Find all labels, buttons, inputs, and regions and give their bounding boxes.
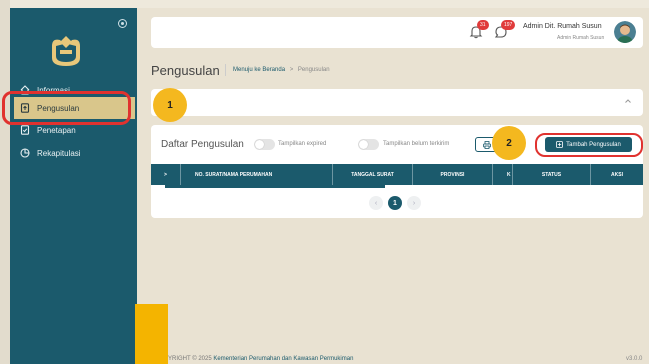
highlight-pengusulan-menu [2,91,131,125]
expired-toggle-label: Tampilkan expired [278,141,327,147]
column-header-aksi[interactable]: AKSI [591,164,643,185]
column-header-provinsi[interactable]: PROVINSI [413,164,493,185]
unsent-toggle-label: Tampilkan belum terkirim [383,141,450,147]
column-header-status[interactable]: STATUS [513,164,591,185]
yellow-overlay-block [135,304,168,364]
horizontal-scrollbar[interactable] [165,185,385,188]
app-version: v3.0.0 [626,356,643,362]
pagination-page-1[interactable]: 1 [388,196,402,210]
copyright-prefix: YRIGHT © 2025 [168,356,212,362]
proposal-list-card: Daftar Pengusulan Tampilkan expired Tamp… [151,125,643,218]
copyright-organization[interactable]: Kementerian Perumahan dan Kawasan Permuk… [213,356,353,362]
sidebar-item-rekapitulasi[interactable]: Rekapitulasi [10,143,137,163]
app-logo [52,36,80,66]
user-name: Admin Dit. Rumah Susun [523,23,602,30]
breadcrumb-current: Pengusulan [297,67,330,73]
unsent-toggle[interactable] [358,139,379,150]
sidebar: Informasi Pengusulan Penetapan Rekapitul… [10,8,137,364]
page-title: Pengusulan [151,63,220,78]
expired-toggle[interactable] [254,139,275,150]
user-role: Admin Rumah Susun [557,35,605,41]
avatar[interactable] [614,21,636,43]
column-header-k[interactable]: K [493,164,513,185]
breadcrumb-home-link[interactable]: Menuju ke Beranda [233,67,285,73]
sidebar-item-label: Rekapitulasi [37,148,81,158]
pie-chart-icon [20,148,30,158]
printer-icon [483,141,491,149]
document-check-icon [20,125,30,135]
chevron-up-icon[interactable] [624,98,632,104]
title-divider [225,64,226,76]
screen-frame-top [0,0,649,8]
footer-copyright: YRIGHT © 2025 Kementerian Perumahan dan … [168,356,353,362]
pagination-prev-button[interactable]: ‹ [369,196,383,210]
card-title: Daftar Pengusulan [161,139,244,150]
message-count-badge: 197 [501,20,516,30]
screen-frame-left [0,0,10,364]
breadcrumb: Menuju ke Beranda > Pengusulan [233,67,330,73]
filter-panel[interactable] [151,89,643,116]
highlight-add-button [535,133,643,157]
top-header: 31 197 Admin Dit. Rumah Susun Admin Ruma… [151,17,643,48]
column-header-tanggal-surat[interactable]: TANGGAL SURAT [333,164,413,185]
sidebar-item-label: Penetapan [37,125,76,135]
pagination-next-button[interactable]: › [407,196,421,210]
notification-count-badge: 31 [477,20,489,30]
table-header: > NO. SURAT/NAMA PERUMAHAN TANGGAL SURAT… [151,164,643,185]
breadcrumb-separator: > [289,67,294,73]
column-header-no-surat[interactable]: NO. SURAT/NAMA PERUMAHAN [181,164,333,185]
column-header-expand[interactable]: > [151,164,181,185]
step-marker-1: 1 [153,88,187,122]
sidebar-collapse-button[interactable] [118,19,127,28]
step-marker-2: 2 [492,126,526,160]
